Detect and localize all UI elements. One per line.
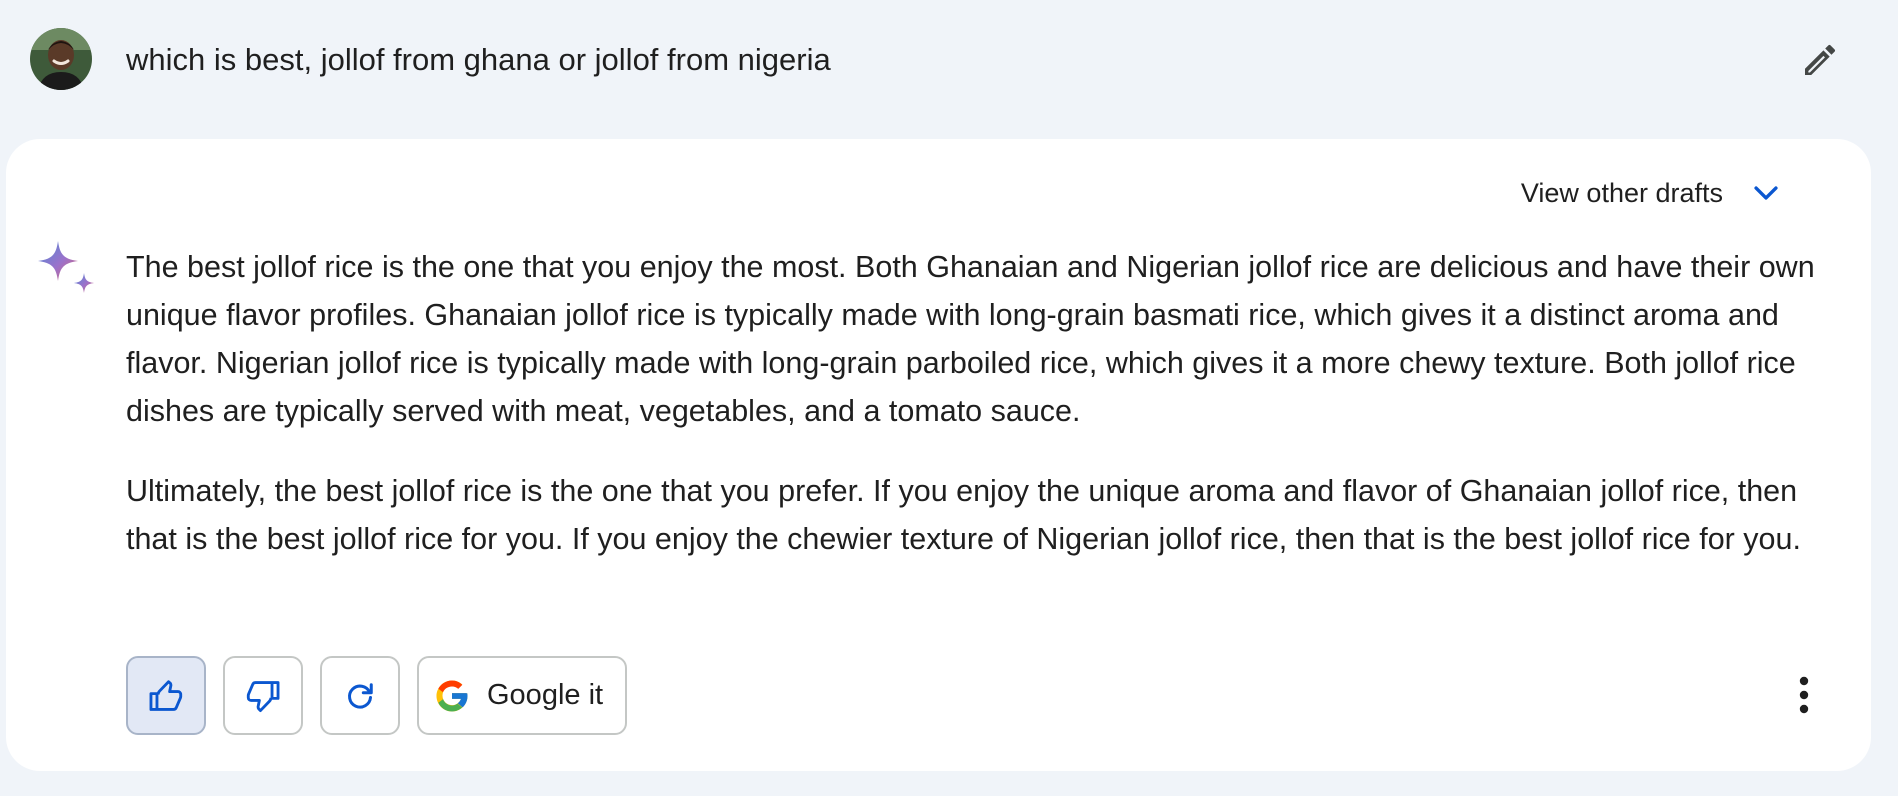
more-options-button[interactable] (1776, 667, 1832, 723)
view-other-drafts-button[interactable]: View other drafts (1521, 169, 1783, 217)
edit-prompt-button[interactable] (1796, 36, 1844, 84)
prompt-text: which is best, jollof from ghana or joll… (126, 42, 831, 77)
more-vertical-icon (1799, 676, 1809, 714)
response-paragraph-1: The best jollof rice is the one that you… (126, 250, 1815, 428)
sparkle-icon (38, 241, 94, 293)
response-paragraph-2: Ultimately, the best jollof rice is the … (126, 474, 1801, 556)
prompt-row: which is best, jollof from ghana or joll… (0, 0, 1898, 122)
thumbs-up-button[interactable] (126, 656, 206, 735)
response-text: The best jollof rice is the one that you… (126, 243, 1826, 595)
response-card: View other drafts The best jollof rice i… (6, 139, 1871, 771)
pencil-icon (1805, 44, 1836, 75)
thumbs-down-button[interactable] (223, 656, 303, 735)
regenerate-button[interactable] (320, 656, 400, 735)
chevron-down-icon (1754, 186, 1778, 200)
refresh-icon (348, 682, 373, 709)
thumbs-up-icon (149, 679, 183, 711)
google-it-button[interactable]: Google it (417, 656, 627, 735)
user-avatar[interactable] (30, 28, 92, 90)
view-other-drafts-label: View other drafts (1520, 177, 1723, 208)
response-actions: Google it (126, 656, 627, 735)
google-it-label: Google it (487, 679, 604, 711)
thumbs-down-icon (246, 680, 280, 712)
google-g-icon (436, 679, 468, 712)
